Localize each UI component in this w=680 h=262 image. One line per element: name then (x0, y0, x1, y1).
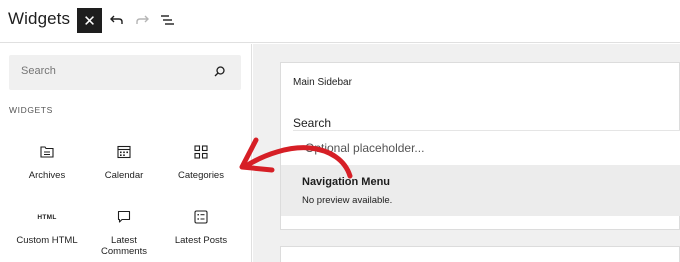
block-categories[interactable]: Categories (163, 142, 239, 181)
block-search-input[interactable]: Search (9, 55, 241, 90)
search-placeholder: Search (21, 65, 56, 77)
redo-button[interactable] (133, 11, 151, 29)
search-widget-input[interactable]: Optional placeholder... (293, 130, 680, 165)
navigation-menu-block[interactable]: Navigation Menu No preview available. (281, 165, 680, 216)
list-view-icon (161, 15, 174, 25)
search-widget-placeholder: Optional placeholder... (305, 141, 425, 155)
undo-button[interactable] (108, 11, 126, 29)
block-label: Calendar (104, 170, 144, 181)
comment-icon (117, 210, 131, 223)
block-label: Latest Comments (101, 235, 147, 257)
undo-icon (110, 15, 123, 24)
section-label-widgets: WIDGETS (9, 105, 53, 115)
navigation-menu-title: Navigation Menu (302, 176, 391, 188)
navigation-menu-preview-note: No preview available. (302, 195, 393, 206)
block-label: Latest Posts (174, 235, 228, 246)
block-custom-html[interactable]: HTML Custom HTML (9, 207, 85, 247)
widget-area-title: Main Sidebar (293, 77, 352, 88)
search-icon (214, 66, 225, 77)
search-widget-label: Search (293, 116, 332, 130)
block-calendar[interactable]: Calendar (86, 142, 162, 181)
redo-icon (136, 15, 149, 24)
posts-list-icon (194, 210, 208, 224)
block-latest-comments[interactable]: Latest Comments (86, 207, 162, 257)
block-label: Custom HTML (16, 235, 78, 246)
close-button[interactable]: ✕ (77, 8, 102, 33)
list-view-button[interactable] (158, 11, 176, 29)
close-icon: ✕ (83, 12, 96, 30)
widget-area-main-sidebar[interactable]: Main Sidebar Search Optional placeholder… (280, 62, 680, 230)
html-icon: HTML (37, 213, 57, 221)
categories-icon (194, 145, 208, 159)
block-label: Archives (28, 170, 66, 181)
calendar-icon (117, 145, 131, 159)
block-label: Categories (178, 170, 224, 181)
archive-icon (40, 146, 54, 158)
block-inserter-panel: Search WIDGETS Archives Calendar Categor… (0, 44, 252, 262)
top-toolbar: Widgets ✕ (0, 0, 680, 43)
widget-area-secondary[interactable] (280, 246, 680, 262)
page-title: Widgets (8, 9, 71, 28)
block-latest-posts[interactable]: Latest Posts (163, 207, 239, 246)
block-archives[interactable]: Archives (9, 142, 85, 181)
